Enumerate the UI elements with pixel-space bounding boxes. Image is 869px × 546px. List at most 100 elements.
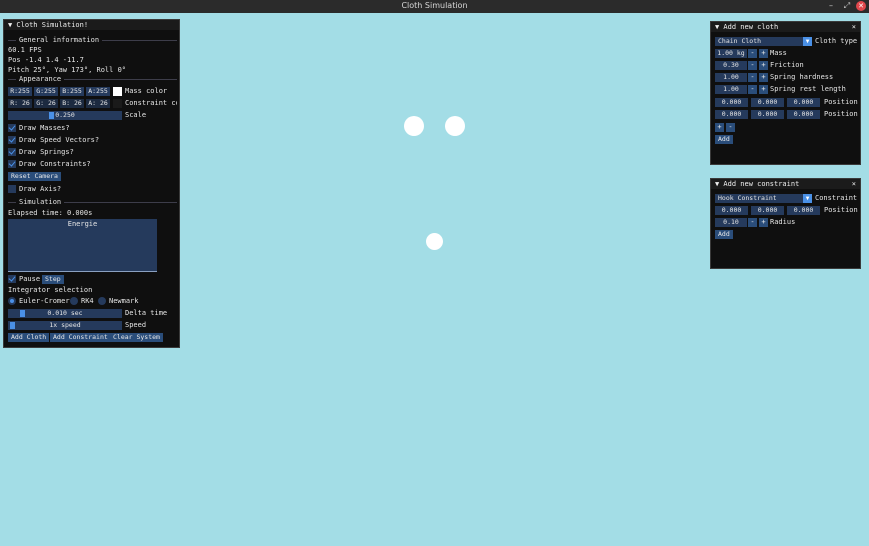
mass-input[interactable]: 1.00 kg xyxy=(715,49,747,58)
spring-hardness-increment-button[interactable]: + xyxy=(759,73,768,82)
spring-rest-length-decrement-button[interactable]: - xyxy=(748,85,757,94)
radius-label: Radius xyxy=(770,218,796,226)
position-x-input[interactable]: 0.000 xyxy=(715,98,748,107)
close-icon[interactable]: × xyxy=(852,22,856,32)
radius-input[interactable]: 0.10 xyxy=(715,218,747,227)
constraint-position-x-input[interactable]: 0.000 xyxy=(715,206,748,215)
constraint-position-z-input[interactable]: 0.000 xyxy=(787,206,820,215)
rk4-radio[interactable] xyxy=(70,297,78,305)
close-icon[interactable]: × xyxy=(852,179,856,189)
cloth-type-select[interactable]: Chain Cloth ▼ xyxy=(715,37,812,46)
close-icon[interactable]: ✕ xyxy=(856,1,866,11)
chevron-down-icon[interactable]: ▼ xyxy=(803,37,812,46)
spring-rest-length-increment-button[interactable]: + xyxy=(759,85,768,94)
slider-grab[interactable] xyxy=(10,322,15,329)
draw-constraints-checkbox[interactable] xyxy=(8,160,16,168)
panel-header[interactable]: ▼ Add new constraint × xyxy=(711,179,860,189)
spring-hardness-decrement-button[interactable]: - xyxy=(748,73,757,82)
slider-grab[interactable] xyxy=(20,310,25,317)
spring-hardness-input[interactable]: 1.00 xyxy=(715,73,747,82)
slider-grab[interactable] xyxy=(49,112,54,119)
camera-position-text: Pos -1.4 1.4 -11.7 xyxy=(8,56,84,64)
mass-decrement-button[interactable]: - xyxy=(748,49,757,58)
friction-label: Friction xyxy=(770,61,804,69)
constraint-color-g[interactable]: G: 26 xyxy=(34,99,58,108)
position-x-input[interactable]: 0.000 xyxy=(715,110,748,119)
pause-checkbox[interactable] xyxy=(8,275,16,283)
draw-springs-checkbox[interactable] xyxy=(8,148,16,156)
add-new-constraint-panel: ▼ Add new constraint × Hook Constraint ▼… xyxy=(710,178,861,269)
draw-axis-label: Draw Axis? xyxy=(19,185,62,193)
energy-plot: Energie xyxy=(8,219,157,272)
mass-label: Mass xyxy=(770,49,787,57)
delta-time-value: 0.010 sec xyxy=(47,309,83,317)
scale-label: Scale xyxy=(125,111,147,119)
constraint-type-select[interactable]: Hook Constraint ▼ xyxy=(715,194,812,203)
mass-increment-button[interactable]: + xyxy=(759,49,768,58)
step-button[interactable]: Step xyxy=(42,275,64,284)
add-constraint-button[interactable]: Add Constraint xyxy=(50,333,111,342)
mass-point xyxy=(445,116,465,136)
constraint-position-y-input[interactable]: 0.000 xyxy=(751,206,784,215)
add-new-cloth-title: ▼ Add new cloth xyxy=(715,23,779,31)
pause-label: Pause xyxy=(19,275,41,283)
cloth-simulation-panel: ▼ Cloth Simulation! General information … xyxy=(3,19,180,348)
radius-decrement-button[interactable]: - xyxy=(748,218,757,227)
add-position-button[interactable]: + xyxy=(715,123,724,132)
reset-camera-button[interactable]: Reset Camera xyxy=(8,172,61,181)
newmark-radio[interactable] xyxy=(98,297,106,305)
position-z-input[interactable]: 0.000 xyxy=(787,98,820,107)
position-y-input[interactable]: 0.000 xyxy=(751,110,784,119)
mass-color-g[interactable]: G:255 xyxy=(34,87,58,96)
add-constraint-confirm-button[interactable]: Add xyxy=(715,230,733,239)
chevron-down-icon[interactable]: ▼ xyxy=(803,194,812,203)
maximize-icon[interactable]: ⤢ xyxy=(842,1,852,11)
simulation-label: Simulation xyxy=(16,197,65,207)
panel-header[interactable]: ▼ Add new cloth × xyxy=(711,22,860,32)
scale-value: 0.250 xyxy=(55,111,75,119)
draw-constraints-label: Draw Constraints? xyxy=(19,160,91,168)
window-title: Cloth Simulation xyxy=(401,1,468,10)
draw-speed-vectors-label: Draw Speed Vectors? xyxy=(19,136,100,144)
spring-rest-length-input[interactable]: 1.00 xyxy=(715,85,747,94)
add-cloth-confirm-button[interactable]: Add xyxy=(715,135,733,144)
position-z-input[interactable]: 0.000 xyxy=(787,110,820,119)
position-y-input[interactable]: 0.000 xyxy=(751,98,784,107)
constraint-color-a[interactable]: A: 26 xyxy=(86,99,110,108)
mass-color-b[interactable]: B:255 xyxy=(60,87,84,96)
clear-system-button[interactable]: Clear System xyxy=(110,333,163,342)
scale-slider[interactable]: 0.250 xyxy=(8,111,122,120)
mass-color-a[interactable]: A:255 xyxy=(86,87,110,96)
remove-position-button[interactable]: - xyxy=(726,123,735,132)
friction-input[interactable]: 0.30 xyxy=(715,61,747,70)
euler-cromer-label: Euler-Cromer xyxy=(19,297,70,305)
spring-hardness-label: Spring hardness xyxy=(770,73,834,81)
panel-header[interactable]: ▼ Cloth Simulation! xyxy=(4,20,179,30)
minimize-icon[interactable]: – xyxy=(826,1,836,11)
mass-point xyxy=(426,233,443,250)
radius-increment-button[interactable]: + xyxy=(759,218,768,227)
speed-value: 1x speed xyxy=(49,321,81,329)
speed-slider[interactable]: 1x speed xyxy=(8,321,122,330)
draw-speed-vectors-checkbox[interactable] xyxy=(8,136,16,144)
friction-decrement-button[interactable]: - xyxy=(748,61,757,70)
appearance-label: Appearance xyxy=(16,74,65,84)
fps-text: 60.1 FPS xyxy=(8,46,42,54)
constraint-color-swatch[interactable] xyxy=(113,99,122,108)
mass-color-swatch[interactable] xyxy=(113,87,122,96)
position-label: Position xyxy=(824,110,858,118)
delta-time-slider[interactable]: 0.010 sec xyxy=(8,309,122,318)
speed-label: Speed xyxy=(125,321,147,329)
add-cloth-button[interactable]: Add Cloth xyxy=(8,333,50,342)
draw-masses-checkbox[interactable] xyxy=(8,124,16,132)
euler-cromer-radio[interactable] xyxy=(8,297,16,305)
draw-masses-label: Draw Masses? xyxy=(19,124,70,132)
friction-increment-button[interactable]: + xyxy=(759,61,768,70)
mass-color-r[interactable]: R:255 xyxy=(8,87,32,96)
draw-axis-checkbox[interactable] xyxy=(8,185,16,193)
constraint-color-b[interactable]: B: 26 xyxy=(60,99,84,108)
constraint-color-r[interactable]: R: 26 xyxy=(8,99,32,108)
energy-plot-title: Energie xyxy=(67,220,98,228)
rk4-label: RK4 xyxy=(81,297,94,305)
position-label: Position xyxy=(824,98,858,106)
